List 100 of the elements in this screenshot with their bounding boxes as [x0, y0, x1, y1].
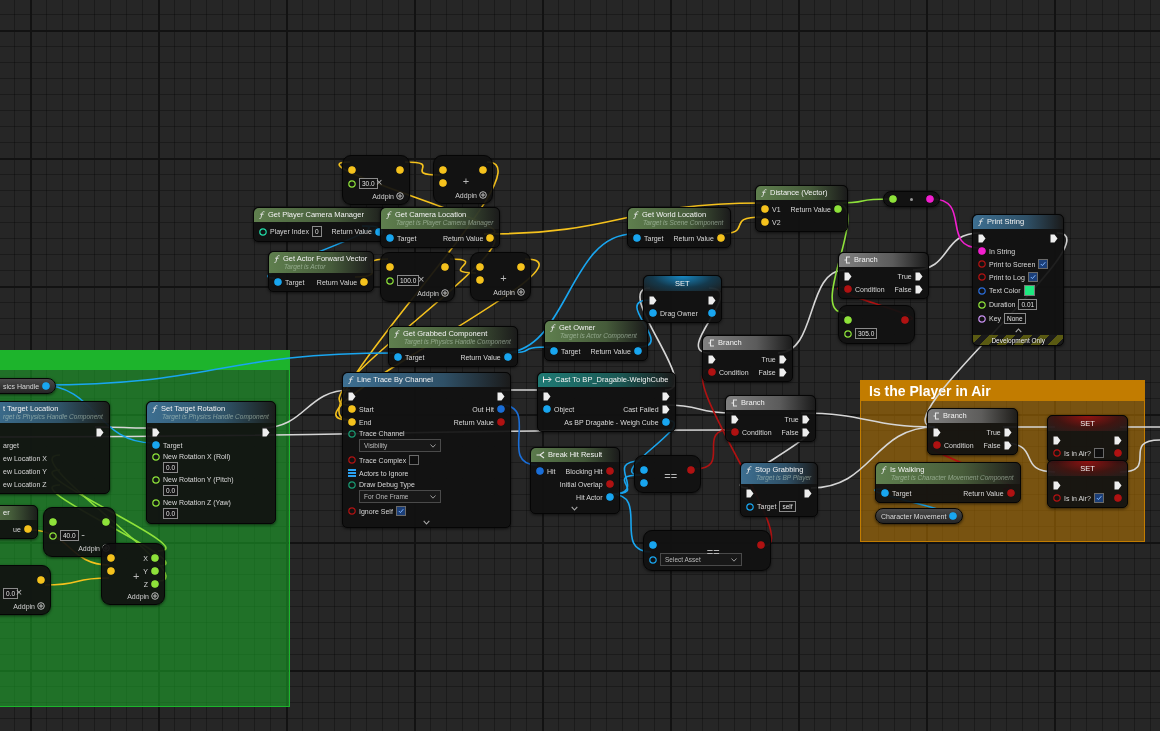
- exec-pin-icon[interactable]: [801, 414, 810, 424]
- pin-icon[interactable]: [978, 314, 986, 323]
- exec-pin-icon[interactable]: [1003, 440, 1012, 450]
- pin-icon[interactable]: [543, 405, 551, 413]
- function-icon: [550, 323, 556, 332]
- checkbox[interactable]: [409, 455, 420, 465]
- chevron-down-icon[interactable]: [571, 506, 579, 511]
- pin-icon[interactable]: [978, 247, 986, 255]
- exec-pin-icon[interactable]: [1114, 435, 1122, 445]
- pin-icon[interactable]: [152, 441, 160, 449]
- function-icon: [259, 210, 265, 219]
- exec-pin-icon[interactable]: [95, 427, 104, 437]
- checkbox[interactable]: [1027, 272, 1038, 282]
- graph-canvas[interactable]: [0, 0, 1160, 731]
- function-icon: [633, 210, 639, 219]
- exec-pin-icon[interactable]: [707, 295, 716, 305]
- plus-circle-icon: [151, 592, 159, 600]
- pin-icon[interactable]: [550, 347, 558, 355]
- exec-pin-icon[interactable]: [746, 488, 754, 498]
- operator-symbol: -: [81, 527, 85, 540]
- checkbox[interactable]: [1093, 448, 1104, 458]
- cast-icon: [543, 376, 552, 383]
- pin-icon[interactable]: [707, 309, 716, 317]
- blueprint-node[interactable]: ==: [634, 455, 701, 493]
- exec-pin-icon[interactable]: [804, 488, 813, 498]
- checkbox[interactable]: [1093, 493, 1104, 503]
- caret-icon: [731, 557, 737, 562]
- pin-icon[interactable]: [640, 479, 648, 487]
- color-swatch[interactable]: [1023, 285, 1035, 296]
- pin-icon[interactable]: [633, 234, 641, 242]
- operator-symbol: ×: [417, 272, 425, 285]
- operator-symbol: +: [500, 271, 507, 284]
- operator-symbol: ==: [664, 469, 678, 482]
- checkbox[interactable]: [395, 506, 406, 516]
- caret-icon: [430, 494, 436, 499]
- exec-pin-icon[interactable]: [1003, 427, 1012, 437]
- exec-pin-icon[interactable]: [731, 414, 739, 424]
- exec-pin-icon[interactable]: [978, 233, 986, 243]
- checkbox[interactable]: [1038, 259, 1049, 269]
- function-icon: [348, 375, 354, 384]
- pin-icon[interactable]: [649, 541, 657, 549]
- exec-pin-icon[interactable]: [497, 391, 505, 401]
- operator-symbol: +: [462, 174, 470, 187]
- function-icon: [978, 217, 984, 226]
- operator-symbol: ×: [376, 175, 383, 188]
- plus-circle-icon: [396, 192, 404, 200]
- exec-pin-icon[interactable]: [1053, 480, 1061, 490]
- exec-pin-icon[interactable]: [649, 295, 657, 305]
- pin-icon[interactable]: [605, 493, 614, 501]
- pin-icon[interactable]: [649, 309, 657, 317]
- exec-pin-icon[interactable]: [933, 427, 941, 437]
- exec-pin-icon[interactable]: [348, 391, 356, 401]
- function-icon: [386, 210, 392, 219]
- branch-icon: [731, 398, 738, 407]
- pin-icon[interactable]: [640, 466, 648, 474]
- plus-circle-icon: [479, 191, 487, 199]
- grid-pin-icon[interactable]: [348, 469, 356, 477]
- branch-icon: [708, 338, 715, 347]
- exec-pin-icon[interactable]: [1114, 480, 1122, 490]
- exec-pin-icon[interactable]: [914, 284, 923, 294]
- function-icon: [761, 188, 767, 197]
- pin-icon[interactable]: [386, 234, 394, 242]
- blueprint-node[interactable]: [883, 191, 940, 207]
- pin-icon[interactable]: [259, 227, 267, 236]
- exec-pin-icon[interactable]: [152, 427, 160, 437]
- exec-pin-icon[interactable]: [801, 427, 810, 437]
- branch-icon: [933, 411, 940, 420]
- plus-circle-icon: [441, 289, 449, 297]
- caret-icon: [430, 443, 436, 448]
- dot-icon: [910, 197, 913, 201]
- exec-pin-icon[interactable]: [708, 354, 716, 364]
- branch-icon: [844, 255, 851, 264]
- pin-icon[interactable]: [348, 430, 356, 438]
- chevron-down-icon[interactable]: [423, 520, 430, 525]
- exec-pin-icon[interactable]: [543, 391, 551, 401]
- exec-pin-icon[interactable]: [1050, 233, 1059, 243]
- pin-icon[interactable]: [42, 382, 51, 390]
- pin-icon[interactable]: [926, 195, 934, 203]
- pin-icon[interactable]: [274, 278, 282, 286]
- exec-pin-icon[interactable]: [1053, 435, 1061, 445]
- plus-circle-icon: [37, 602, 45, 610]
- exec-pin-icon[interactable]: [914, 271, 923, 281]
- pin-icon[interactable]: [949, 512, 958, 520]
- pin-icon[interactable]: [633, 347, 642, 355]
- exec-pin-icon[interactable]: [844, 271, 852, 281]
- pin-icon[interactable]: [746, 502, 754, 511]
- exec-pin-icon[interactable]: [778, 354, 787, 364]
- pin-icon[interactable]: [661, 418, 670, 426]
- pin-icon[interactable]: [348, 481, 356, 489]
- exec-pin-icon[interactable]: [778, 367, 787, 377]
- pin-icon[interactable]: [881, 489, 889, 497]
- chevron-up-icon[interactable]: [1014, 328, 1022, 333]
- function-icon: [274, 254, 280, 263]
- split-icon: [536, 450, 545, 459]
- function-icon: [152, 404, 158, 413]
- plus-circle-icon: [517, 288, 525, 296]
- exec-pin-icon[interactable]: [661, 391, 670, 401]
- exec-pin-icon[interactable]: [661, 404, 670, 414]
- exec-pin-icon[interactable]: [261, 427, 270, 437]
- pin-icon[interactable]: [649, 555, 657, 564]
